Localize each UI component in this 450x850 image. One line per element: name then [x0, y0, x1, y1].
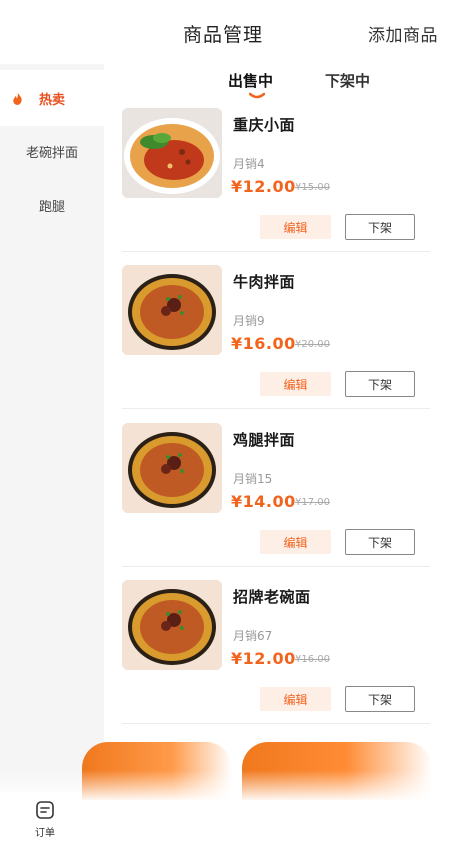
product-price: ¥12.00 [231, 177, 296, 196]
sidebar-item-laowan-noodles[interactable]: 老碗拌面 [0, 123, 104, 179]
take-off-shelf-button[interactable]: 下架 [345, 214, 415, 240]
monthly-sales: 月销67 [233, 629, 273, 643]
original-price: ¥15.00 [295, 182, 330, 193]
edit-button[interactable]: 编辑 [260, 687, 331, 711]
product-image [122, 108, 222, 198]
tab-on-sale[interactable]: 出售中 [228, 70, 273, 91]
product-price: ¥14.00 [231, 492, 296, 511]
sidebar-item-errand[interactable]: 跑腿 [0, 177, 104, 233]
product-card: 招牌老碗面 月销67 ¥12.00 ¥16.00 编辑 下架 [104, 576, 450, 733]
order-list-icon [36, 801, 54, 819]
monthly-sales: 月销15 [233, 472, 273, 486]
product-image [122, 580, 222, 670]
monthly-sales: 月销9 [233, 314, 265, 328]
take-off-shelf-button[interactable]: 下架 [345, 371, 415, 397]
edit-button[interactable]: 编辑 [260, 372, 331, 396]
header: 商品管理 添加商品 [0, 0, 450, 64]
divider [122, 251, 430, 252]
edit-button[interactable]: 编辑 [260, 530, 331, 554]
product-image [122, 423, 222, 513]
product-image [122, 265, 222, 355]
nav-orders-label: 订单 [35, 828, 55, 839]
divider [122, 566, 430, 567]
take-off-shelf-button[interactable]: 下架 [345, 529, 415, 555]
sidebar-item-label: 热卖 [38, 92, 65, 108]
tab-off-shelf[interactable]: 下架中 [325, 70, 370, 91]
sidebar-item-hot[interactable]: 热卖 [0, 70, 104, 126]
take-off-shelf-button[interactable]: 下架 [345, 686, 415, 712]
divider [122, 408, 430, 409]
edit-button[interactable]: 编辑 [260, 215, 331, 239]
sidebar-item-label: 老碗拌面 [25, 145, 78, 161]
product-price: ¥16.00 [231, 334, 296, 353]
product-card: 鸡腿拌面 月销15 ¥14.00 ¥17.00 编辑 下架 [104, 419, 450, 576]
product-name: 牛肉拌面 [233, 273, 296, 291]
fire-icon [13, 92, 22, 105]
original-price: ¥17.00 [295, 497, 330, 508]
add-product-button[interactable]: 添加商品 [368, 21, 438, 46]
original-price: ¥20.00 [295, 339, 330, 350]
sidebar-item-label: 跑腿 [38, 199, 65, 215]
product-card: 重庆小面 月销4 ¥12.00 ¥15.00 编辑 下架 [104, 104, 450, 261]
product-name: 鸡腿拌面 [233, 431, 296, 449]
original-price: ¥16.00 [295, 654, 330, 665]
bottom-bar: 订单 [0, 732, 450, 850]
product-card: 牛肉拌面 月销9 ¥16.00 ¥20.00 编辑 下架 [104, 261, 450, 418]
tab-active-indicator [249, 92, 265, 99]
monthly-sales: 月销4 [233, 157, 265, 171]
product-name: 招牌老碗面 [233, 588, 311, 606]
bottom-fade-overlay [0, 770, 450, 850]
category-sidebar: 热卖 老碗拌面 跑腿 [0, 64, 104, 732]
status-tabs: 出售中 下架中 [104, 64, 450, 104]
divider [122, 723, 430, 724]
product-price: ¥12.00 [231, 649, 296, 668]
page-title: 商品管理 [183, 24, 264, 46]
product-name: 重庆小面 [233, 116, 296, 134]
nav-orders[interactable]: 订单 [25, 800, 65, 844]
